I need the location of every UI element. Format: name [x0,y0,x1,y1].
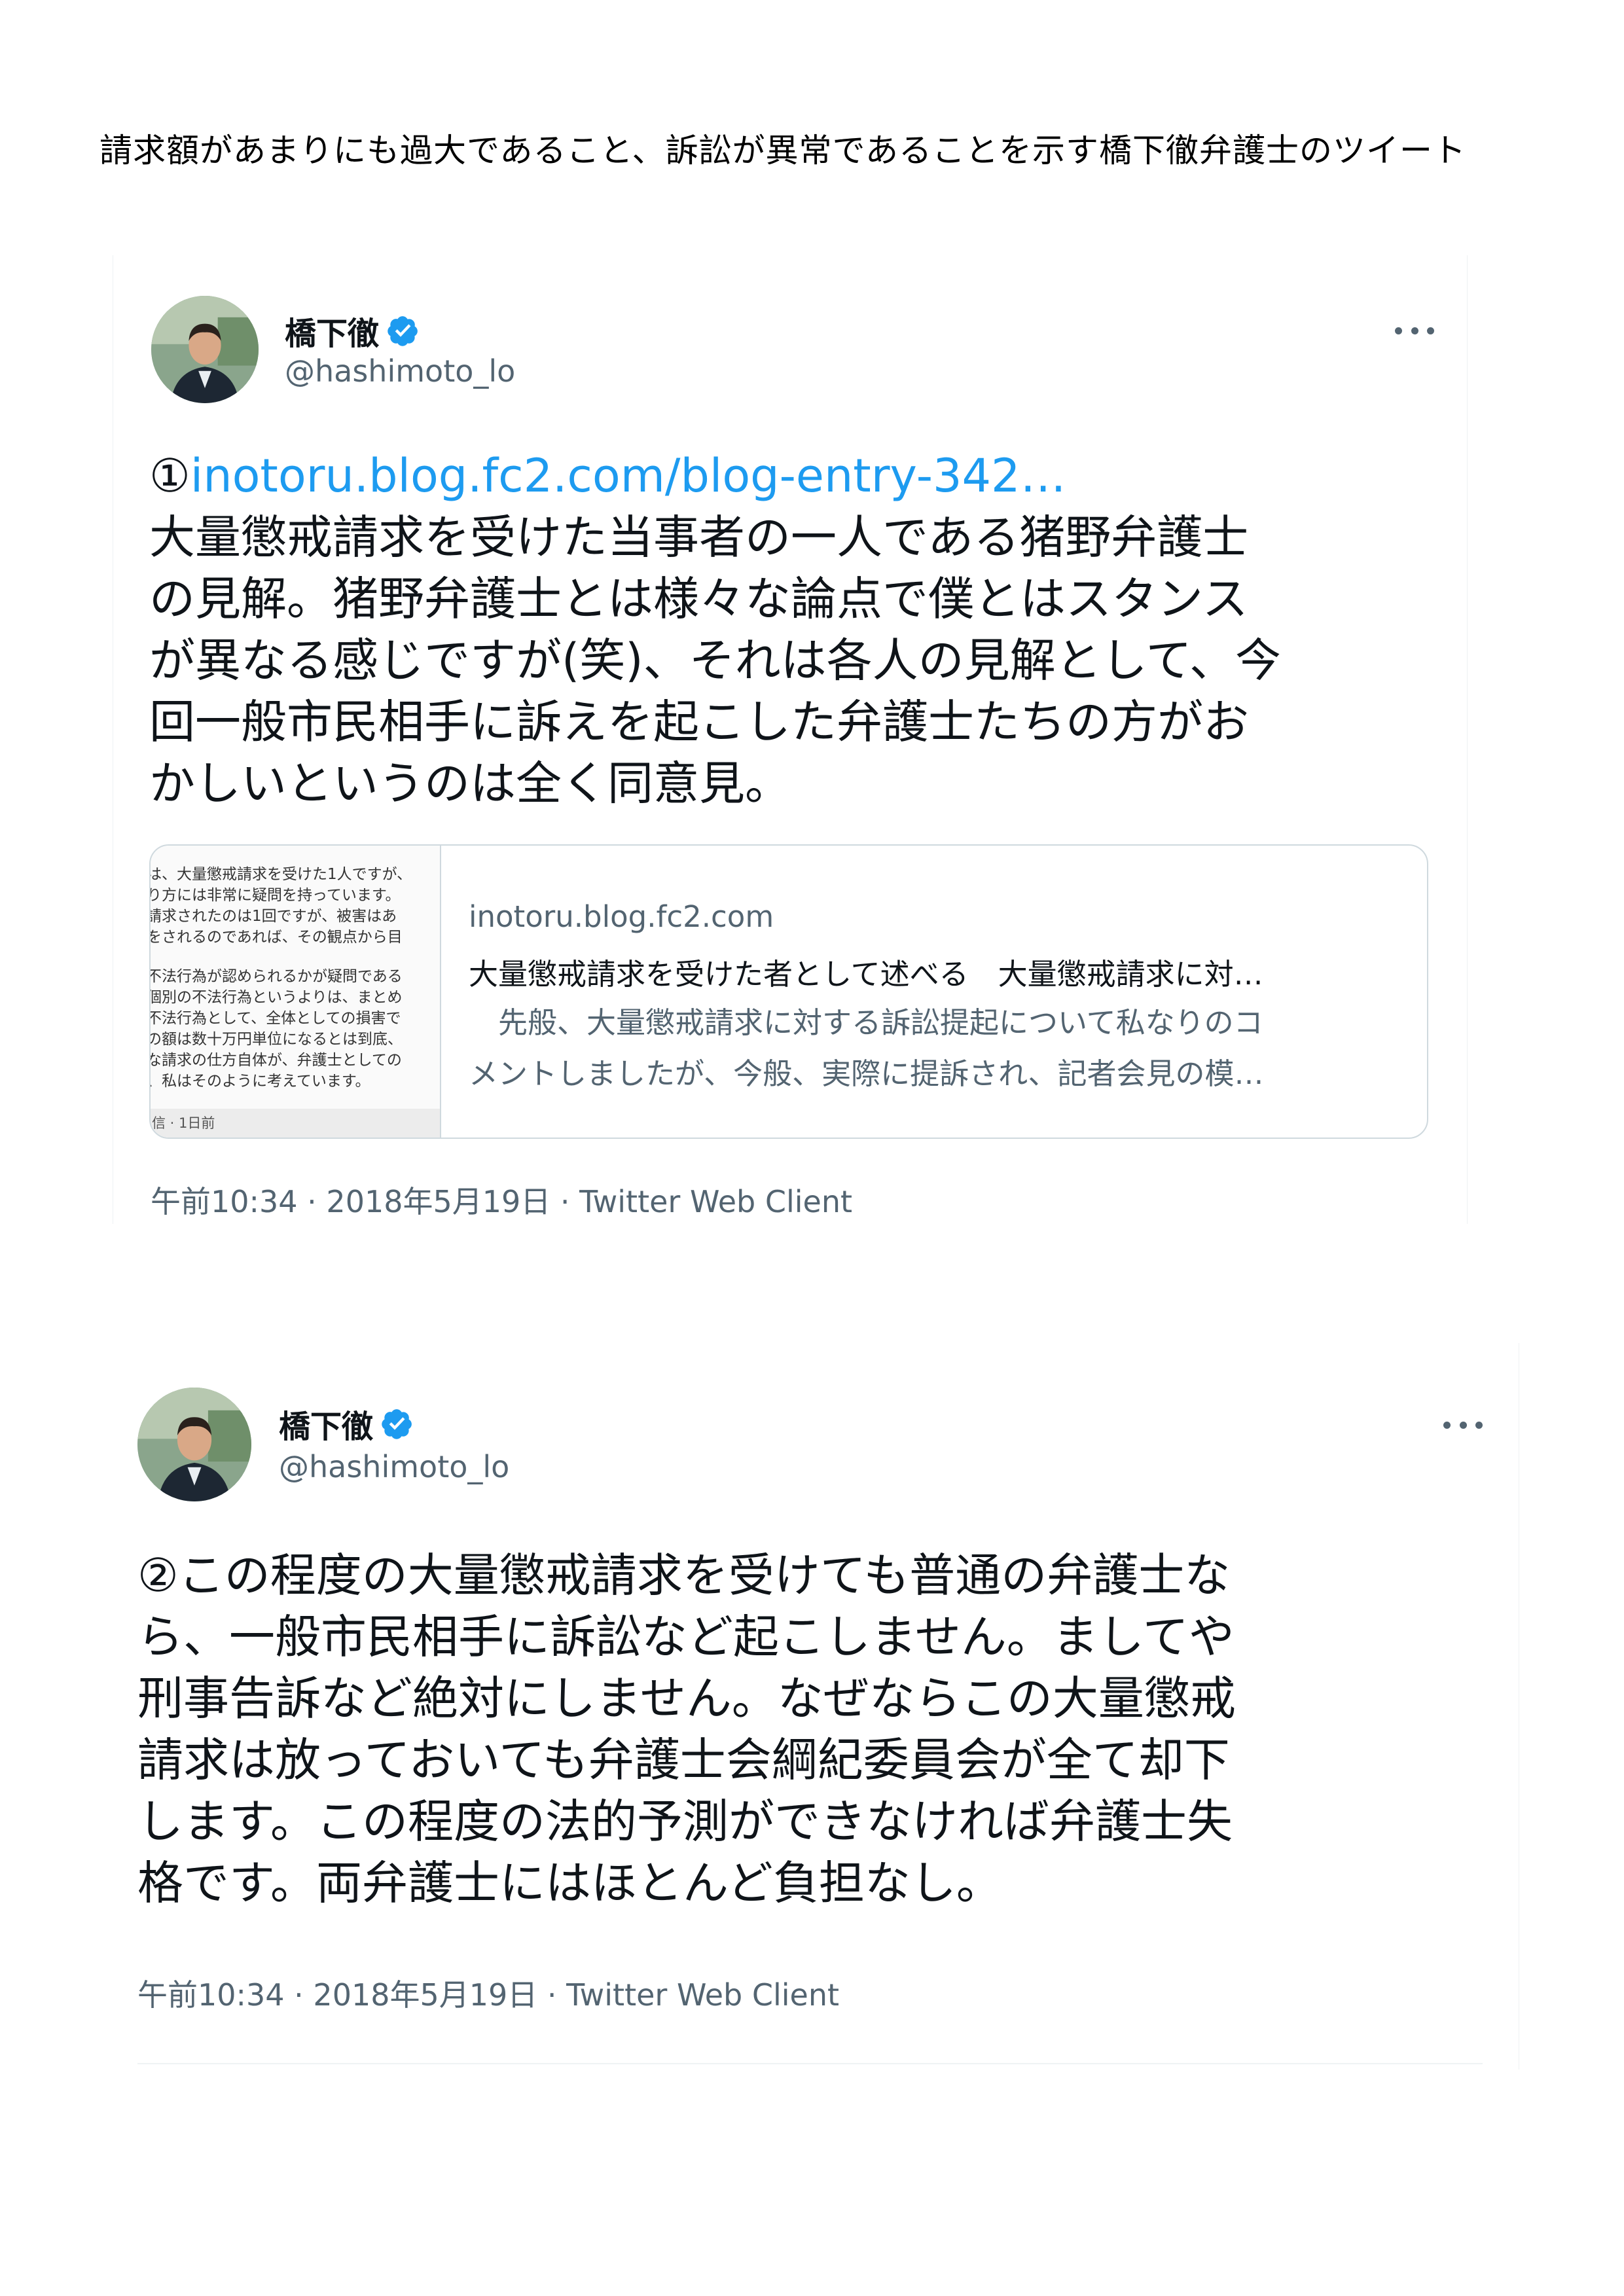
author-handle[interactable]: @hashimoto_lo [279,1449,509,1484]
tweet-line: します。この程度の法的予測ができなければ弁護士失 [137,1795,1233,1848]
tweet-line: ら、一般市民相手に訴訟など起こしません。ましてや [137,1610,1235,1664]
thumb-line: り方には非常に疑問を持っています。 [151,887,401,904]
avatar-photo [151,296,259,403]
avatar[interactable] [151,296,259,403]
thumb-line: な請求の仕方自体が、弁護士としての [151,1052,402,1069]
thumb-line: の額は数十万円単位になるとは到底、 [151,1031,403,1048]
card-desc-line: メントしましたが、今般、実際に提訴され、記者会見の模… [469,1056,1264,1091]
tweet-link[interactable]: inotoru.blog.fc2.com/blog-entry-342… [190,449,1066,503]
author-name[interactable]: 橋下徹 [279,1401,373,1446]
thumb-line: 請求されたのは1回ですが、被害はあ [151,908,397,925]
thumb-line: 、私はそのように考えています。 [151,1073,370,1090]
tweet-1: 橋下徹 @hashimoto_lo ①inotoru.blog.fc2.com/… [113,255,1468,1224]
author-handle[interactable]: @hashimoto_lo [285,353,515,389]
thumb-line: をされるのであれば、その観点から目 [151,929,403,946]
avatar-photo [137,1388,251,1501]
tweet-text: ②この程度の大量懲戒請求を受けても普通の弁護士な ら、一般市民相手に訴訟など起こ… [137,1545,1236,1914]
thumb-line: 不法行為として、全体としての損害で [151,1010,401,1027]
tweet-line: ②この程度の大量懲戒請求を受けても普通の弁護士な [137,1549,1231,1602]
tweet-line: 請求は放っておいても弁護士会綱紀委員会が全て却下 [137,1733,1230,1787]
more-options-icon[interactable] [1395,321,1434,340]
divider [137,2063,1483,2064]
card-desc-line: 先般、大量懲戒請求に対する訴訟提起について私なりのコ [469,1005,1263,1040]
thumb-footer: 信 · 1日前 [151,1109,440,1138]
tweet-timestamp[interactable]: 午前10:34 · 2018年5月19日 · Twitter Web Clien… [137,1971,839,2015]
avatar[interactable] [137,1388,251,1501]
author-name-row: 橋下徹 [285,308,420,353]
author-name-row: 橋下徹 [279,1401,414,1446]
card-title: 大量懲戒請求を受けた者として述べる 大量懲戒請求に対… [469,957,1263,992]
thumb-line: は、大量懲戒請求を受けた1人ですが、 [151,866,412,883]
tweet-2: 橋下徹 @hashimoto_lo ②この程度の大量懲戒請求を受けても普通の弁護… [111,1343,1519,2070]
tweet-line: かしいというのは全く同意見。 [149,757,791,810]
tweet-line: 刑事告訴など絶対にしません。なぜならこの大量懲戒 [137,1672,1236,1725]
tweet-line: 格です。両弁護士にはほとんど負担なし。 [137,1856,1002,1910]
tweet-text: ①inotoru.blog.fc2.com/blog-entry-342… 大量… [149,445,1281,814]
thumb-line: 不法行為が認められるかが疑問である [151,968,403,985]
tweet-line: 回一般市民相手に訴えを起こした弁護士たちの方がお [149,695,1249,749]
card-description: 先般、大量懲戒請求に対する訴訟提起について私なりのコ メントしましたが、今般、実… [469,997,1264,1100]
more-options-icon[interactable] [1443,1415,1483,1435]
thumb-line [151,948,412,966]
tweet-line: 大量懲戒請求を受けた当事者の一人である猪野弁護士 [149,511,1249,564]
tweet-line: の見解。猪野弁護士とは様々な論点で僕とはスタンス [149,572,1248,626]
tweet-number: ① [149,449,190,503]
card-thumbnail: は、大量懲戒請求を受けた1人ですが、 り方には非常に疑問を持っています。 請求さ… [151,846,441,1138]
page-heading: 請求額があまりにも過大であること、訴訟が異常であることを示す橋下徹弁護士のツイー… [99,132,1466,170]
tweet-line: が異なる感じですが(笑)、それは各人の見解として、今 [149,634,1282,687]
verified-badge-icon [382,1409,412,1439]
thumb-line: 個別の不法行為というよりは、まとめ [151,989,403,1006]
link-preview-card[interactable]: は、大量懲戒請求を受けた1人ですが、 り方には非常に疑問を持っています。 請求さ… [149,844,1428,1139]
tweet-timestamp[interactable]: 午前10:34 · 2018年5月19日 · Twitter Web Clien… [151,1178,852,1221]
author-name[interactable]: 橋下徹 [285,308,379,353]
tweet-first-line: ①inotoru.blog.fc2.com/blog-entry-342… [149,445,1281,507]
card-domain: inotoru.blog.fc2.com [469,899,774,934]
verified-badge-icon [388,316,418,346]
